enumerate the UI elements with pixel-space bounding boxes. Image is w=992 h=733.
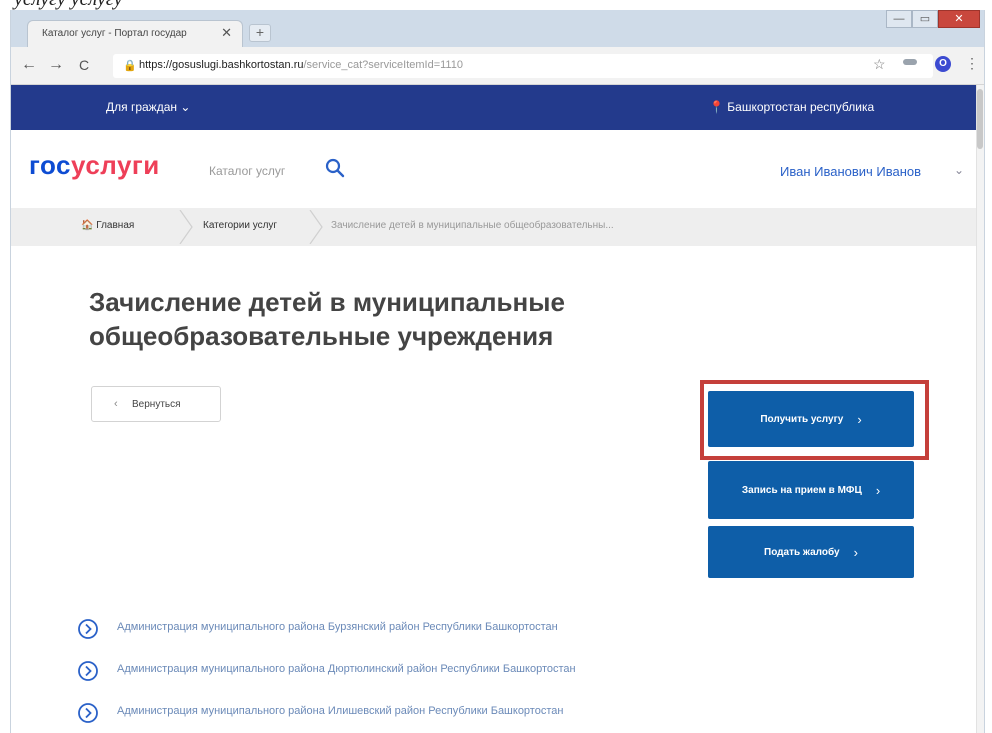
chevron-left-icon: ‹ <box>114 398 118 410</box>
url-path: /service_cat?serviceItemId=1110 <box>303 59 463 71</box>
list-item-label[interactable]: Администрация муниципального района Дюрт… <box>117 663 576 675</box>
circle-chevron-right-icon <box>78 703 98 723</box>
chevron-right-icon: › <box>853 544 858 560</box>
tab-title: Каталог услуг - Портал государ <box>42 28 187 39</box>
back-arrow-icon[interactable]: ← <box>21 56 37 74</box>
catalog-link[interactable]: Каталог услуг <box>209 164 285 178</box>
breadcrumb-categories[interactable]: Категории услуг <box>203 220 277 231</box>
for-citizens-dropdown[interactable]: Для граждан ⌄ <box>106 100 190 114</box>
page-scrollbar[interactable] <box>976 85 984 733</box>
breadcrumb-home[interactable]: 🏠 Главная <box>81 220 134 231</box>
top-caption: услугу услугу <box>0 0 992 10</box>
file-complaint-label: Подать жалобу <box>764 546 840 558</box>
region-selector[interactable]: 📍 Башкортостан республика <box>709 100 874 114</box>
extension-icon[interactable] <box>903 59 917 65</box>
breadcrumb-separator <box>309 210 323 244</box>
new-tab-button[interactable]: + <box>249 24 271 42</box>
user-name-link[interactable]: Иван Иванович Иванов <box>780 164 921 179</box>
bookmark-star-icon[interactable]: ☆ <box>873 56 886 73</box>
circle-chevron-right-icon <box>78 619 98 639</box>
site-top-bar: Для граждан ⌄ 📍 Башкортостан республика <box>11 85 984 130</box>
reload-icon[interactable]: C <box>79 57 89 73</box>
lock-icon: 🔒 <box>123 60 137 72</box>
tab-close-icon[interactable]: ✕ <box>221 25 232 41</box>
profile-avatar[interactable]: О <box>935 56 951 72</box>
address-bar[interactable]: 🔒 https://gosuslugi.bashkortostan.ru/ser… <box>113 54 933 78</box>
list-item-label[interactable]: Администрация муниципального района Илиш… <box>117 705 563 717</box>
list-item[interactable]: Администрация муниципального района Дюрт… <box>69 660 949 702</box>
scrollbar-thumb[interactable] <box>977 89 983 149</box>
browser-menu-icon[interactable]: ⋮ <box>965 55 979 72</box>
chevron-down-icon[interactable]: ⌄ <box>954 163 964 177</box>
gosuslugi-logo[interactable]: госуслуги <box>29 150 160 181</box>
logo-part-gos: гос <box>29 150 71 180</box>
chevron-right-icon: › <box>857 411 862 427</box>
get-service-label: Получить услугу <box>760 413 844 425</box>
administration-list: Администрация муниципального района Бурз… <box>69 618 949 733</box>
circle-chevron-right-icon <box>78 661 98 681</box>
page-title: Зачисление детей в муниципальные общеобр… <box>89 287 565 351</box>
forward-arrow-icon[interactable]: → <box>48 56 64 74</box>
back-button[interactable]: ‹ Вернуться <box>91 386 221 422</box>
search-icon[interactable] <box>324 157 346 179</box>
minimize-button[interactable]: — <box>886 10 912 28</box>
breadcrumb: 🏠 Главная Категории услуг Зачисление дет… <box>11 208 984 246</box>
mfc-appointment-label: Запись на прием в МФЦ <box>741 484 862 496</box>
title-bar: Каталог услуг - Портал государ ✕ + — ▭ ✕ <box>11 10 984 47</box>
browser-toolbar: ← → C 🔒 https://gosuslugi.bashkortostan.… <box>11 47 984 85</box>
list-item[interactable]: Администрация муниципального района Илиш… <box>69 702 949 733</box>
caption-text: услугу услугу <box>14 0 123 10</box>
chevron-right-icon: › <box>875 482 881 498</box>
back-button-label: Вернуться <box>132 399 181 410</box>
breadcrumb-current: Зачисление детей в муниципальные общеобр… <box>331 220 614 231</box>
close-window-button[interactable]: ✕ <box>938 10 980 28</box>
breadcrumb-separator <box>179 210 193 244</box>
browser-tab[interactable]: Каталог услуг - Портал государ ✕ <box>27 20 243 47</box>
window-controls: — ▭ ✕ <box>886 10 980 30</box>
list-item[interactable]: Администрация муниципального района Бурз… <box>69 618 949 660</box>
mfc-appointment-button[interactable]: Запись на прием в МФЦ › <box>708 461 914 519</box>
file-complaint-button[interactable]: Подать жалобу › <box>708 526 914 578</box>
url-text: https://gosuslugi.bashkortostan.ru/servi… <box>139 59 463 71</box>
get-service-button[interactable]: Получить услугу › <box>708 391 914 447</box>
list-item-label[interactable]: Администрация муниципального района Бурз… <box>117 621 558 633</box>
site-header: госуслуги Каталог услуг Иван Иванович Ив… <box>11 130 984 208</box>
maximize-button[interactable]: ▭ <box>912 10 938 28</box>
url-host: https://gosuslugi.bashkortostan.ru <box>139 59 304 71</box>
logo-part-uslugi: услуги <box>71 150 160 180</box>
browser-window: Каталог услуг - Портал государ ✕ + — ▭ ✕… <box>10 10 985 733</box>
